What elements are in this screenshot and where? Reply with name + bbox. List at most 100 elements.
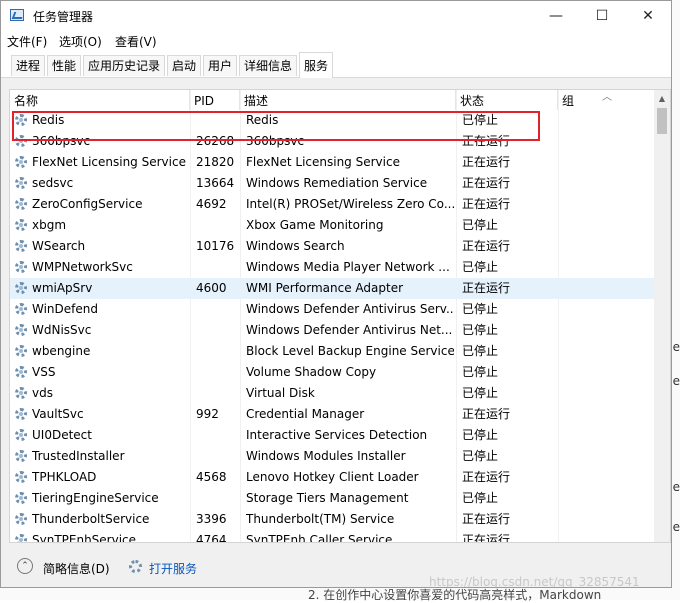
service-row[interactable]: ZeroConfigService 4692 Intel(R) PROSet/Wir… <box>10 194 656 215</box>
service-status: 正在运行 <box>462 470 511 484</box>
scroll-up-icon[interactable]: ▲ <box>654 90 670 107</box>
service-row[interactable]: FlexNet Licensing Service 21820 FlexNet Li… <box>10 152 656 173</box>
service-status: 已停止 <box>462 218 499 232</box>
service-pid: 3396 <box>196 512 227 526</box>
title-bar: 任务管理器 — ☐ ✕ <box>1 1 671 31</box>
task-manager-icon <box>10 9 24 21</box>
service-gear-icon <box>15 114 27 126</box>
service-description: Windows Search <box>246 239 345 253</box>
menu-view[interactable]: 查看(V) <box>115 33 157 50</box>
service-description: Volume Shadow Copy <box>246 365 377 379</box>
service-status: 已停止 <box>462 260 499 274</box>
service-status: 正在运行 <box>462 176 511 190</box>
service-pid: 21820 <box>196 155 235 169</box>
bg-char: e <box>672 374 680 388</box>
service-name: vds <box>32 386 53 400</box>
service-pid <box>196 215 242 236</box>
service-row[interactable]: WinDefend Windows Defender Antivirus Serv… <box>10 299 656 320</box>
service-row[interactable]: ThunderboltService 3396 Thunderbolt(TM) Se… <box>10 509 656 530</box>
service-name: TrustedInstaller <box>32 449 125 463</box>
service-row[interactable]: WMPNetworkSvc Windows Media Player Networ… <box>10 257 656 278</box>
service-description: SynTPEnh Caller Service <box>246 533 393 543</box>
service-row[interactable]: WSearch 10176 Windows Search 正在运行 <box>10 236 656 257</box>
service-pid: 13664 <box>196 176 235 190</box>
close-button[interactable]: ✕ <box>625 1 671 31</box>
service-gear-icon <box>15 198 27 210</box>
minimize-button[interactable]: — <box>533 1 579 31</box>
service-description: Windows Defender Antivirus Net... <box>246 323 453 337</box>
service-status: 正在运行 <box>462 407 511 421</box>
tab-startup[interactable]: 启动 <box>167 55 202 76</box>
service-status: 已停止 <box>462 386 499 400</box>
open-services-link[interactable]: 打开服务 <box>149 560 197 577</box>
column-header-name[interactable]: 名称 <box>10 90 190 110</box>
service-row[interactable]: wmiApSrv 4600 WMI Performance Adapter 正在运行 <box>10 278 656 299</box>
tab-performance[interactable]: 性能 <box>47 55 82 76</box>
bg-char: e <box>672 480 680 494</box>
service-description: Credential Manager <box>246 407 365 421</box>
service-status: 已停止 <box>462 113 499 127</box>
service-name: WdNisSvc <box>32 323 92 337</box>
service-gear-icon <box>15 345 27 357</box>
fewer-details-button[interactable]: 简略信息(D) <box>43 560 110 577</box>
service-name: sedsvc <box>32 176 74 190</box>
tab-details[interactable]: 详细信息 <box>239 55 298 76</box>
column-header-pid[interactable]: PID <box>190 90 240 110</box>
service-name: TieringEngineService <box>32 491 159 505</box>
service-name: FlexNet Licensing Service <box>32 155 186 169</box>
bg-char: e <box>672 340 680 354</box>
service-description: WMI Performance Adapter <box>246 281 404 295</box>
tab-users[interactable]: 用户 <box>203 55 238 76</box>
service-gear-icon <box>15 219 27 231</box>
service-pid: 992 <box>196 407 219 421</box>
service-pid: 4692 <box>196 197 227 211</box>
menu-options[interactable]: 选项(O) <box>59 33 102 50</box>
service-row[interactable]: wbengine Block Level Backup Engine Servic… <box>10 341 656 362</box>
service-status: 已停止 <box>462 344 499 358</box>
tab-app-history[interactable]: 应用历史记录 <box>83 55 166 76</box>
collapse-icon[interactable]: ⌃ <box>17 558 33 574</box>
window-title: 任务管理器 <box>33 10 94 24</box>
service-row[interactable]: SynTPEnhService 4764 SynTPEnh Caller Servi… <box>10 530 656 543</box>
service-description: Intel(R) PROSet/Wireless Zero Co... <box>246 197 454 211</box>
column-header-description[interactable]: 描述 <box>240 90 456 110</box>
service-row[interactable]: Redis Redis 已停止 <box>10 110 656 131</box>
service-pid: 26268 <box>196 134 235 148</box>
service-description: 360bpsvc <box>246 134 305 148</box>
service-row[interactable]: TPHKLOAD 4568 Lenovo Hotkey Client Loader 正… <box>10 467 656 488</box>
menu-file[interactable]: 文件(F) <box>7 33 47 50</box>
service-pid <box>196 257 242 278</box>
service-name: Redis <box>32 113 65 127</box>
services-list: 名称 PID 描述 状态 组 ︿ Redis Redis 已停止 360bpsvc 26… <box>9 89 671 543</box>
service-row[interactable]: UI0Detect Interactive Services Detection 已… <box>10 425 656 446</box>
maximize-button[interactable]: ☐ <box>579 1 625 31</box>
service-row[interactable]: 360bpsvc 26268 360bpsvc 正在运行 <box>10 131 656 152</box>
service-row[interactable]: TrustedInstaller Windows Modules Installe… <box>10 446 656 467</box>
service-row[interactable]: VaultSvc 992 Credential Manager 正在运行 <box>10 404 656 425</box>
tab-processes[interactable]: 进程 <box>11 55 46 76</box>
service-row[interactable]: TieringEngineService Storage Tiers Manage… <box>10 488 656 509</box>
service-row[interactable]: sedsvc 13664 Windows Remediation Service 正在… <box>10 173 656 194</box>
column-header-status[interactable]: 状态 <box>456 90 558 110</box>
service-row[interactable]: WdNisSvc Windows Defender Antivirus Net..… <box>10 320 656 341</box>
service-gear-icon <box>15 177 27 189</box>
service-gear-icon <box>15 303 27 315</box>
services-gear-icon <box>129 560 142 573</box>
service-name: ThunderboltService <box>32 512 150 526</box>
service-status: 已停止 <box>462 365 499 379</box>
service-rows: Redis Redis 已停止 360bpsvc 26268 360bpsvc 正在运行 Fl… <box>10 110 656 543</box>
service-name: 360bpsvc <box>32 134 91 148</box>
scrollbar-thumb[interactable] <box>657 108 667 134</box>
service-description: Virtual Disk <box>246 386 315 400</box>
tab-services[interactable]: 服务 <box>299 52 334 78</box>
service-name: VSS <box>32 365 56 379</box>
service-pid <box>196 488 242 509</box>
service-gear-icon <box>15 513 27 525</box>
service-description: Windows Media Player Network ... <box>246 260 450 274</box>
vertical-scrollbar[interactable]: ▲ <box>654 90 670 542</box>
service-status: 已停止 <box>462 302 499 316</box>
service-pid <box>196 320 242 341</box>
service-row[interactable]: vds Virtual Disk 已停止 <box>10 383 656 404</box>
service-row[interactable]: VSS Volume Shadow Copy 已停止 <box>10 362 656 383</box>
service-row[interactable]: xbgm Xbox Game Monitoring 已停止 <box>10 215 656 236</box>
